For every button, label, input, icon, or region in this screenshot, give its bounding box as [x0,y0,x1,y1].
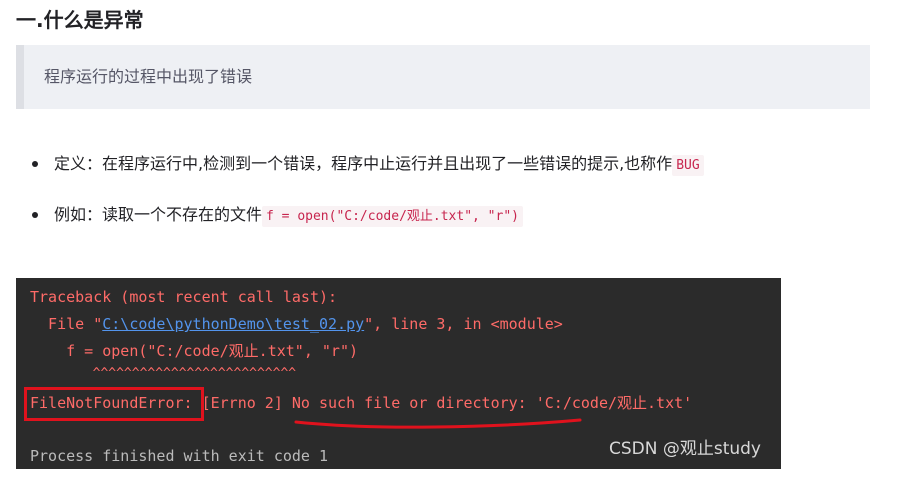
inline-code: f = open("C:/code/观止.txt", "r") [262,206,523,227]
file-suffix: ", line 3, in <module> [364,315,563,333]
traceback-file-line: File "C:\code\pythonDemo\test_02.py", li… [30,314,563,334]
process-exit-line: Process finished with exit code 1 [30,447,329,465]
error-message-underline [294,418,582,429]
traceback-caret-line: ^^^^^^^^^^^^^^^^^^^^^^^^^^ [30,366,297,381]
cropped-line [30,278,247,286]
blockquote: 程序运行的过程中出现了错误 [16,45,870,109]
inline-code: BUG [672,155,704,176]
file-prefix: File " [30,315,103,333]
list-item: 定义：在程序运行中,检测到一个错误，程序中止运行并且出现了一些错误的提示,也称作… [32,152,704,178]
blockquote-text: 程序运行的过程中出现了错误 [44,67,253,86]
list-item: 例如：读取一个不存在的文件 f = open("C:/code/观止.txt", … [32,203,523,229]
traceback-code-line: f = open("C:/code/观止.txt", "r") [30,342,359,360]
section-heading: 一.什么是异常 [16,8,144,32]
bullet-icon [32,161,38,167]
list-item-text: 例如：读取一个不存在的文件 [54,205,263,224]
file-link[interactable]: C:\code\pythonDemo\test_02.py [102,315,364,333]
list-item-text: 定义：在程序运行中,检测到一个错误，程序中止运行并且出现了一些错误的提示,也称作 [54,154,673,173]
error-message: [Errno 2] No such file or directory: 'C:… [192,394,693,412]
watermark: CSDN @观止study [608,439,761,459]
terminal-screenshot: Traceback (most recent call last): File … [16,278,781,469]
bullet-icon [32,212,38,218]
traceback-header: Traceback (most recent call last): [30,288,338,306]
error-type-highlight-box [24,387,204,421]
